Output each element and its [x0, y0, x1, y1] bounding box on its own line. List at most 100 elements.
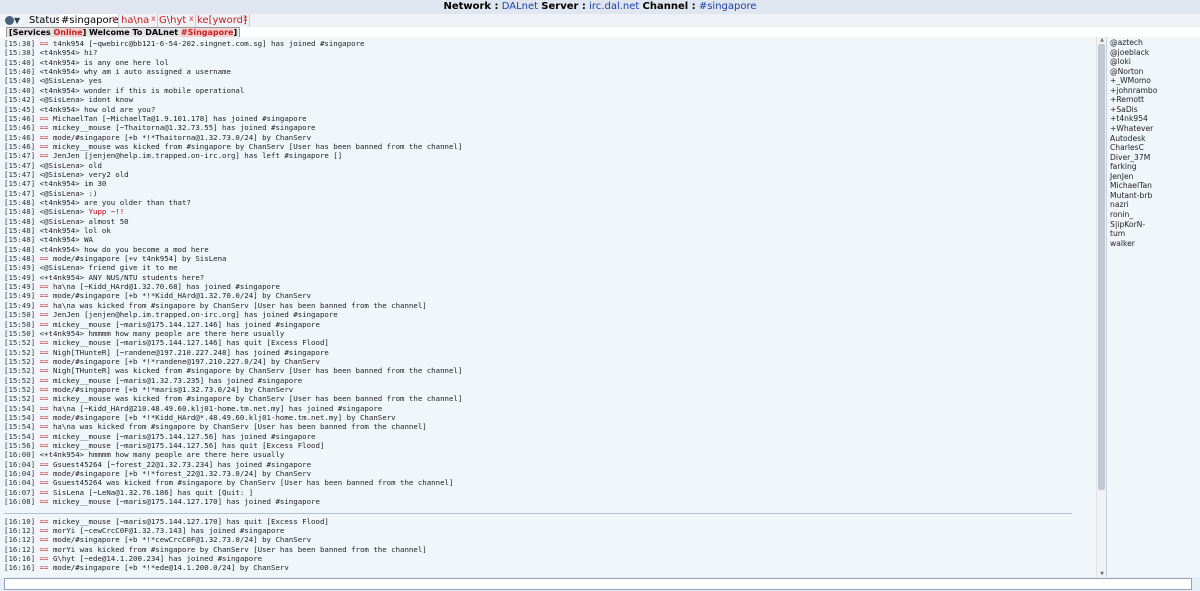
- log-line: [15:42] <@SisLena> idont know: [4, 95, 133, 104]
- log-line: [16:04] == Gsuest45264 [~forest_22@1.32.…: [4, 460, 311, 469]
- log-timestamp: [15:49]: [4, 291, 40, 301]
- log-line: [15:52] == Nigh[THunteR] [~randene@197.2…: [4, 348, 329, 357]
- log-timestamp: [15:54]: [4, 431, 40, 441]
- nick-item[interactable]: MichaelTan: [1110, 181, 1152, 191]
- close-icon[interactable]: x: [151, 12, 156, 25]
- nick-item[interactable]: @Norton: [1110, 67, 1143, 77]
- log-line: [16:04] == mode/#singapore [+b *!*forest…: [4, 469, 311, 478]
- log-timestamp: [15:46]: [4, 123, 40, 133]
- nick-list: @aztech @joeblack @loki @Norton +_WMomo +john…: [1106, 37, 1200, 577]
- menu-button[interactable]: ▼: [5, 15, 23, 26]
- nick-item[interactable]: @joeblack: [1110, 48, 1149, 58]
- log-line: [15:52] == Nigh[THunteR] was kicked from…: [4, 366, 462, 375]
- nick-item[interactable]: +johnrambo: [1110, 86, 1157, 96]
- log-line: [15:46] == mickey__mouse was kicked from…: [4, 142, 462, 151]
- message-input[interactable]: [4, 578, 1192, 590]
- log-event: == mickey__mouse [~maris@175.144.127.56]…: [39, 441, 325, 451]
- chat-log[interactable]: [15:38] == t4nk954 [~qwebirc@bb121-6-54-…: [0, 37, 1096, 577]
- log-line: [15:46] == mickey__mouse [~Thaitorna@1.3…: [4, 123, 316, 132]
- tab-bar: ▼ Status #singapore x ha\na x G\hyt x ke…: [0, 14, 1200, 27]
- nick-item[interactable]: ronin_: [1110, 210, 1133, 220]
- nick-item[interactable]: +Whatever: [1110, 124, 1153, 134]
- tab-label: G\hyt: [159, 15, 187, 26]
- nick-item[interactable]: @loki: [1110, 57, 1131, 67]
- log-timestamp: [16:10]: [4, 516, 40, 526]
- nick-item[interactable]: @aztech: [1110, 38, 1143, 48]
- tab-keyword[interactable]: ke[yword] x: [195, 14, 250, 27]
- log-line: [16:10] == mickey__mouse [~maris@175.144…: [4, 517, 329, 526]
- log-timestamp: [15:48]: [4, 226, 40, 235]
- nick-item[interactable]: Diver_37M: [1110, 153, 1150, 163]
- nick-item[interactable]: Autodesk: [1110, 134, 1145, 144]
- log-timestamp: [15:47]: [4, 179, 40, 189]
- log-line: [15:54] == ha\na was kicked from #singap…: [4, 422, 427, 431]
- close-icon[interactable]: x: [243, 12, 248, 25]
- log-timestamp: [15:49]: [4, 300, 40, 310]
- tab-label: #singapore: [61, 15, 119, 26]
- log-message: <t4nk954> is any one here lol: [39, 57, 169, 67]
- unread-divider: [4, 513, 1072, 514]
- server-name[interactable]: irc.dal.net: [589, 1, 639, 12]
- log-timestamp: [15:49]: [4, 272, 40, 282]
- log-message: <@SisLena> almost 50: [39, 216, 129, 226]
- log-timestamp: [16:16]: [4, 553, 40, 563]
- network-name[interactable]: DALnet: [502, 1, 538, 12]
- nick-item[interactable]: tum: [1110, 229, 1125, 239]
- tab-singapore[interactable]: #singapore x: [59, 14, 119, 27]
- log-timestamp: [15:38]: [4, 48, 40, 58]
- tab-hana[interactable]: ha\na x: [119, 14, 158, 27]
- tab-status[interactable]: Status: [26, 14, 62, 27]
- log-line: [15:56] == mickey__mouse [~maris@175.144…: [4, 441, 324, 450]
- log-event: == mode/#singapore [+b *!*Thaitorna@1.32…: [39, 132, 312, 142]
- nick-item[interactable]: CharlesC: [1110, 143, 1144, 153]
- log-timestamp: [15:45]: [4, 104, 40, 114]
- log-timestamp: [15:48]: [4, 197, 40, 207]
- log-timestamp: [15:54]: [4, 403, 40, 413]
- log-line: [15:49] == ha\na [~Kidd_HArd@1.32.70.68]…: [4, 282, 280, 291]
- log-timestamp: [15:48]: [4, 254, 40, 263]
- nick-item[interactable]: farking: [1110, 162, 1137, 172]
- log-event: == SisLena [~LeNa@1.32.76.186] has quit …: [39, 487, 254, 497]
- log-line: [15:40] <@SisLena> yes: [4, 76, 102, 85]
- log-message: <@SisLena> friend give it to me: [39, 263, 178, 273]
- scroll-thumb[interactable]: [1098, 44, 1105, 490]
- log-event: == morYi was kicked from #singapore by C…: [39, 544, 427, 554]
- nick-item[interactable]: walker: [1110, 239, 1135, 249]
- nick-item[interactable]: +t4nk954: [1110, 114, 1148, 124]
- log-timestamp: [15:40]: [4, 67, 40, 76]
- log-line: [15:52] == mickey__mouse was kicked from…: [4, 394, 462, 403]
- log-timestamp: [16:12]: [4, 535, 40, 545]
- channel-name[interactable]: #singapore: [699, 1, 757, 12]
- scroll-up-icon[interactable]: ▲: [1098, 37, 1106, 43]
- log-timestamp: [15:46]: [4, 141, 40, 151]
- log-line: [15:52] == mickey__mouse [~maris@175.144…: [4, 338, 329, 347]
- log-line: [15:50] == JenJen [jenjen@help.im.trappe…: [4, 310, 338, 319]
- nick-item[interactable]: Mutant-brb: [1110, 191, 1152, 201]
- tab-ghyt[interactable]: G\hyt x: [157, 14, 196, 27]
- nick-item[interactable]: JenJen: [1110, 172, 1133, 182]
- log-line: [16:08] == mickey__mouse [~maris@175.144…: [4, 497, 320, 506]
- log-line: [15:52] == mickey__mouse [~maris@1.32.73…: [4, 376, 302, 385]
- nick-item[interactable]: nazri: [1110, 200, 1129, 210]
- nick-item[interactable]: +_WMomo: [1110, 76, 1151, 86]
- close-icon[interactable]: x: [189, 12, 194, 25]
- tab-label: ke[yword]: [197, 15, 247, 26]
- log-line: [15:48] <t4nk954> how do you become a mo…: [4, 245, 209, 254]
- log-line: [16:16] == G\hyt [~ede@14.1.200.234] has…: [4, 554, 262, 563]
- log-event: == ha\na was kicked from #singapore by C…: [39, 422, 427, 432]
- log-message: <@SisLena> idont know: [39, 95, 134, 105]
- log-timestamp: [15:47]: [4, 188, 40, 198]
- log-line: [15:45] <t4nk954> how old are you?: [4, 105, 155, 114]
- nick-item[interactable]: +Remott: [1110, 95, 1144, 105]
- nick-item[interactable]: +SaDis: [1110, 105, 1138, 115]
- log-timestamp: [15:47]: [4, 169, 40, 179]
- close-icon[interactable]: x: [112, 12, 117, 25]
- log-line: [15:48] == mode/#singapore [+v t4nk954] …: [4, 254, 227, 263]
- log-timestamp: [15:54]: [4, 422, 40, 432]
- log-line: [15:50] <+t4nk954> hmmmm how many people…: [4, 329, 284, 338]
- log-timestamp: [15:52]: [4, 356, 40, 366]
- nick-item[interactable]: S|ipKorN-: [1110, 220, 1145, 230]
- log-message: <+t4nk954> hmmmm how many people are the…: [39, 450, 285, 460]
- log-timestamp: [15:49]: [4, 263, 40, 273]
- log-event: == mode/#singapore [+b *!*cewCrcC0F@1.32…: [39, 535, 312, 545]
